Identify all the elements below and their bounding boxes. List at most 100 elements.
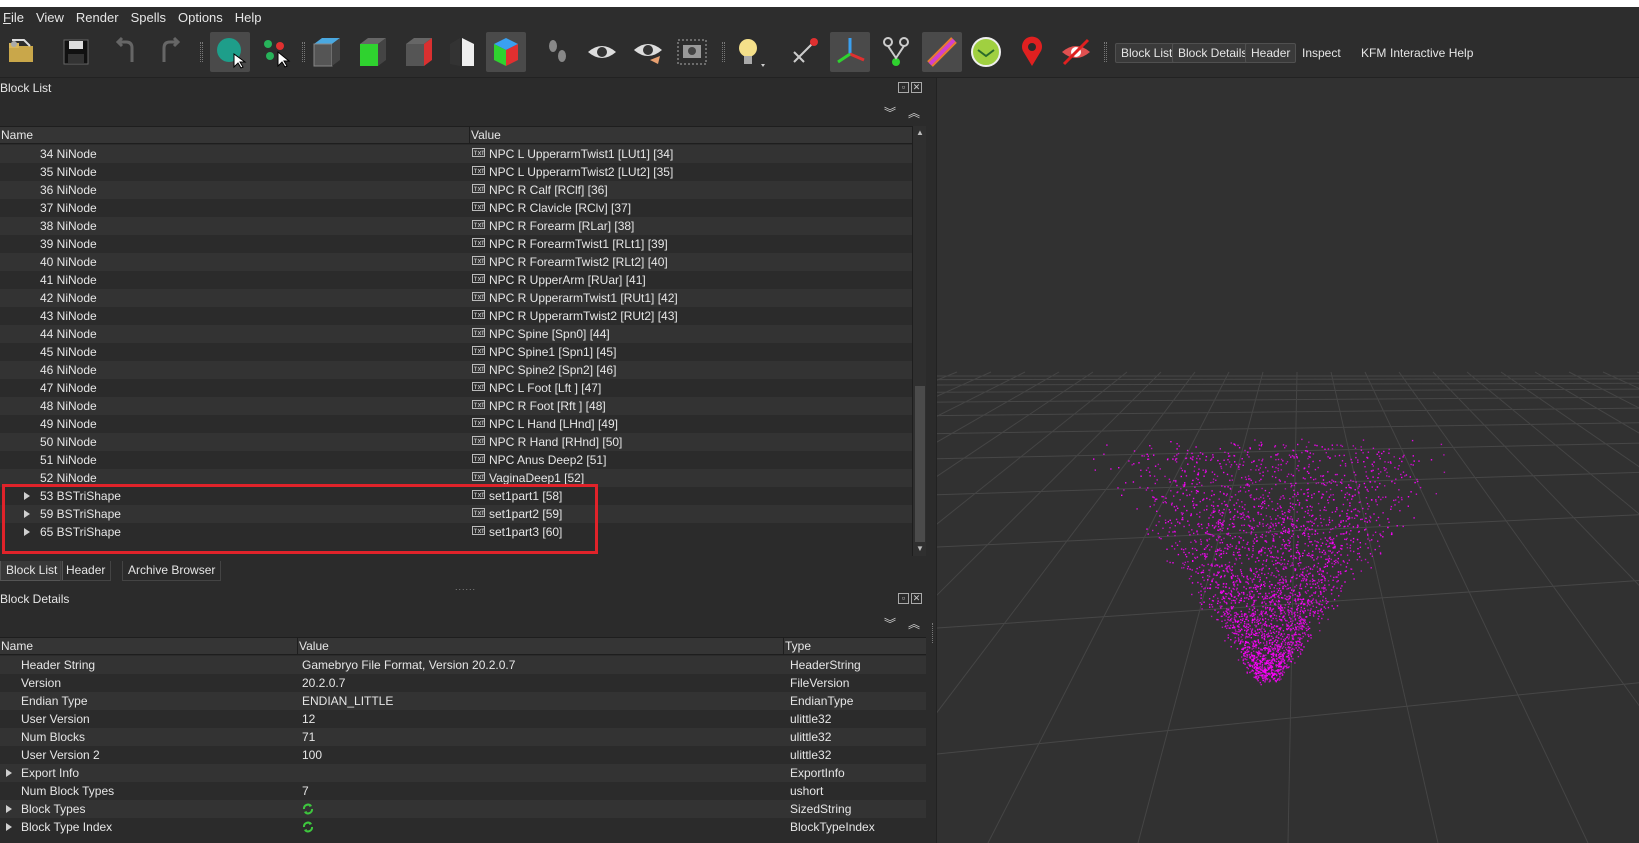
table-row[interactable]: Header String Gamebryo File Format, Versi… [0, 656, 926, 674]
toolbar-inspect-button[interactable]: Inspect [1296, 43, 1347, 63]
scroll-thumb[interactable] [915, 386, 925, 542]
open-file-icon[interactable] [2, 32, 42, 72]
show-nodes-icon[interactable] [628, 32, 668, 72]
menu-render[interactable]: Render [72, 7, 127, 28]
table-row[interactable]: 38 NiNode NPC R Forearm [RLar] [38] [0, 217, 912, 235]
tab-block-list[interactable]: Block List [0, 561, 64, 581]
menu-options[interactable]: Options [174, 7, 231, 28]
table-row[interactable]: 41 NiNode NPC R UpperArm [RUar] [41] [0, 271, 912, 289]
block-list-scrollbar[interactable]: ▲ ▼ [912, 126, 926, 556]
menu-view[interactable]: View [32, 7, 72, 28]
table-row[interactable]: User Version 2 100 ulittle32 [0, 746, 926, 764]
tab-archive-browser[interactable]: Archive Browser [122, 561, 222, 581]
view-front-icon[interactable] [352, 32, 392, 72]
table-row[interactable]: Num Blocks 71 ulittle32 [0, 728, 926, 746]
field-value[interactable] [302, 764, 780, 782]
expand-all-icon[interactable]: ︾ [884, 615, 896, 632]
undo-icon[interactable] [106, 32, 146, 72]
table-row[interactable]: 34 NiNode NPC L UpperarmTwist1 [LUt1] [34… [0, 145, 912, 163]
float-dock-icon[interactable]: ▫ [898, 82, 909, 93]
expand-arrow-icon[interactable] [6, 769, 12, 777]
field-value[interactable]: 12 [302, 710, 780, 728]
table-row[interactable]: 47 NiNode NPC L Foot [Lft ] [47] [0, 379, 912, 397]
menu-file[interactable]: File [0, 7, 32, 28]
block-value: NPC R Forearm [RLar] [38] [489, 219, 635, 233]
expand-all-icon[interactable]: ︾ [884, 104, 896, 121]
column-value-header[interactable]: Value [470, 127, 912, 144]
table-row[interactable]: Num Block Types 7 ushort [0, 782, 926, 800]
table-row[interactable]: 50 NiNode NPC R Hand [RHnd] [50] [0, 433, 912, 451]
show-axes-icon[interactable] [784, 32, 824, 72]
table-row[interactable]: 49 NiNode NPC L Hand [LHnd] [49] [0, 415, 912, 433]
table-row[interactable]: 36 NiNode NPC R Calf [RClf] [36] [0, 181, 912, 199]
table-row[interactable]: 40 NiNode NPC R ForearmTwist2 [RLt2] [40] [0, 253, 912, 271]
location-marker-icon[interactable] [1012, 32, 1052, 72]
collapse-all-icon[interactable]: ︽ [908, 615, 920, 632]
field-value[interactable]: 71 [302, 728, 780, 746]
view-perspective-icon[interactable] [486, 32, 526, 72]
table-row[interactable]: 35 NiNode NPC L UpperarmTwist2 [LUt2] [35… [0, 163, 912, 181]
collapse-all-icon[interactable]: ︽ [908, 104, 920, 121]
show-hidden-icon[interactable] [582, 32, 622, 72]
scroll-up-icon[interactable]: ▲ [915, 128, 925, 138]
screenshot-icon[interactable] [672, 32, 712, 72]
red-highlight-annotation [2, 484, 598, 554]
expand-arrow-icon[interactable] [6, 823, 12, 831]
float-dock-icon[interactable]: ▫ [898, 593, 909, 604]
toolbar-block-list-button[interactable]: Block List [1115, 43, 1179, 63]
table-row[interactable]: 43 NiNode NPC R UpperarmTwist2 [RUt2] [43… [0, 307, 912, 325]
field-value[interactable]: 7 [302, 782, 780, 800]
column-type-header[interactable]: Type [784, 638, 926, 655]
table-row[interactable]: 46 NiNode NPC Spine2 [Spn2] [46] [0, 361, 912, 379]
block-value: NPC Spine1 [Spn1] [45] [489, 345, 617, 359]
walk-mode-icon[interactable] [538, 32, 578, 72]
table-row[interactable]: 42 NiNode NPC R UpperarmTwist1 [RUt1] [42… [0, 289, 912, 307]
table-row[interactable]: User Version 12 ulittle32 [0, 710, 926, 728]
table-row[interactable]: Block Types SizedString [0, 800, 926, 818]
view-side-icon[interactable] [398, 32, 438, 72]
select-vertex-icon[interactable] [256, 32, 296, 72]
show-transform-axes-icon[interactable] [830, 32, 870, 72]
lighting-icon[interactable] [728, 32, 768, 72]
column-value-header[interactable]: Value [298, 638, 784, 655]
close-dock-icon[interactable]: ✕ [911, 82, 922, 93]
redo-icon[interactable] [150, 32, 190, 72]
block-value: NPC R UpperarmTwist2 [RUt2] [43] [489, 309, 678, 323]
toolbar-header-button[interactable]: Header [1245, 43, 1297, 63]
table-row[interactable]: Version 20.2.0.7 FileVersion [0, 674, 926, 692]
table-row[interactable]: 37 NiNode NPC R Clavicle [RClv] [37] [0, 199, 912, 217]
close-dock-icon[interactable]: ✕ [911, 593, 922, 604]
show-skeleton-icon[interactable] [876, 32, 916, 72]
expand-arrow-icon[interactable] [6, 805, 12, 813]
field-value[interactable]: ENDIAN_LITTLE [302, 692, 780, 710]
field-value[interactable] [302, 800, 780, 818]
table-row[interactable]: 51 NiNode NPC Anus Deep2 [51] [0, 451, 912, 469]
field-value[interactable]: 20.2.0.7 [302, 674, 780, 692]
toolbar-interactive-help-button[interactable]: Interactive Help [1384, 43, 1479, 63]
menu-help[interactable]: Help [231, 7, 270, 28]
table-row[interactable]: 39 NiNode NPC R ForearmTwist1 [RLt1] [39] [0, 235, 912, 253]
hide-selection-icon[interactable] [1056, 32, 1096, 72]
table-row[interactable]: 45 NiNode NPC Spine1 [Spn1] [45] [0, 343, 912, 361]
column-name-header[interactable]: Name [0, 638, 298, 655]
table-row[interactable]: Block Type Index BlockTypeIndex [0, 818, 926, 836]
view-flip-icon[interactable] [442, 32, 482, 72]
scroll-down-icon[interactable]: ▼ [915, 544, 925, 554]
3d-viewport[interactable] [936, 78, 1639, 843]
field-value[interactable]: Gamebryo File Format, Version 20.2.0.7 [302, 656, 780, 674]
menu-spells[interactable]: Spells [127, 7, 174, 28]
table-row[interactable]: 44 NiNode NPC Spine [Spn0] [44] [0, 325, 912, 343]
table-row[interactable]: Export Info ExportInfo [0, 764, 926, 782]
toolbar-block-details-button[interactable]: Block Details [1172, 43, 1254, 63]
save-icon[interactable] [56, 32, 96, 72]
column-name-header[interactable]: Name [0, 127, 470, 144]
select-object-icon[interactable] [210, 32, 250, 72]
table-row[interactable]: Endian Type ENDIAN_LITTLE EndianType [0, 692, 926, 710]
field-value[interactable] [302, 818, 780, 836]
tab-header[interactable]: Header [60, 561, 112, 581]
table-row[interactable]: 48 NiNode NPC R Foot [Rft ] [48] [0, 397, 912, 415]
show-collision-icon[interactable] [922, 32, 962, 72]
view-top-icon[interactable] [306, 32, 346, 72]
field-value[interactable]: 100 [302, 746, 780, 764]
show-markers-icon[interactable] [966, 32, 1006, 72]
